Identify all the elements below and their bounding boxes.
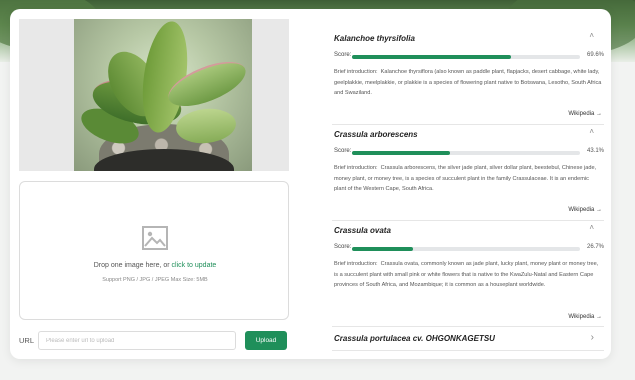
score-bar [352, 247, 580, 251]
result-title[interactable]: Crassula arborescens [334, 130, 418, 139]
brief-introduction: Brief introduction: Crassula ovata, comm… [334, 259, 602, 291]
wikipedia-link[interactable]: Wikipedia → [568, 111, 602, 117]
intro-label: Brief introduction: [334, 69, 378, 75]
arrow-right-icon: → [596, 111, 602, 117]
image-dropzone[interactable]: Drop one image here, or click to update … [19, 181, 289, 320]
score-row: Score: 26.7% [334, 244, 604, 254]
chevron-up-icon[interactable]: ˄ [589, 127, 594, 136]
chevron-right-icon[interactable]: › [591, 332, 594, 343]
result-title[interactable]: Crassula ovata [334, 226, 391, 235]
divider [332, 326, 604, 327]
brief-introduction: Brief introduction: Kalanchoe thyrsiflor… [334, 67, 602, 99]
score-bar [352, 151, 580, 155]
arrow-right-icon: → [596, 314, 602, 320]
score-value: 26.7% [586, 244, 604, 250]
score-bar-fill [352, 151, 451, 155]
score-row: Score: 69.6% [334, 52, 604, 62]
divider [332, 350, 604, 351]
score-label: Score: [334, 52, 352, 58]
score-label: Score: [334, 148, 352, 154]
intro-label: Brief introduction: [334, 261, 378, 267]
chevron-up-icon[interactable]: ˄ [589, 223, 594, 232]
plant-photo [74, 19, 252, 171]
score-row: Score: 43.1% [334, 148, 604, 158]
dropzone-instructions: Drop one image here, or click to update [20, 262, 290, 269]
image-placeholder-icon [142, 226, 168, 250]
divider [332, 124, 604, 125]
score-value: 69.6% [586, 52, 604, 58]
upload-format-hint: Support PNG / JPG / JPEG Max Size: 5MB [102, 277, 208, 283]
wikipedia-link[interactable]: Wikipedia → [568, 207, 602, 213]
identify-card: Drop one image here, or click to update … [10, 9, 611, 359]
intro-label: Brief introduction: [334, 165, 378, 171]
url-label: URL [19, 336, 35, 345]
divider [332, 220, 604, 221]
drop-text: Drop one image here, or [93, 262, 170, 269]
upload-button[interactable]: Upload [245, 331, 287, 350]
brief-introduction: Brief introduction: Crassula arborescens… [334, 163, 602, 195]
score-value: 43.1% [586, 148, 604, 154]
url-input[interactable] [38, 331, 236, 350]
click-to-update-link[interactable]: click to update [172, 262, 217, 269]
score-bar [352, 55, 580, 59]
result-title[interactable]: Kalanchoe thyrsifolia [334, 34, 415, 43]
score-label: Score: [334, 244, 352, 250]
arrow-right-icon: → [596, 207, 602, 213]
wikipedia-link[interactable]: Wikipedia → [568, 314, 602, 320]
result-title[interactable]: Crassula portulacea cv. OHGONKAGETSU [334, 334, 495, 343]
score-bar-fill [352, 247, 413, 251]
uploaded-image [19, 19, 289, 171]
chevron-up-icon[interactable]: ˄ [589, 31, 594, 40]
score-bar-fill [352, 55, 511, 59]
